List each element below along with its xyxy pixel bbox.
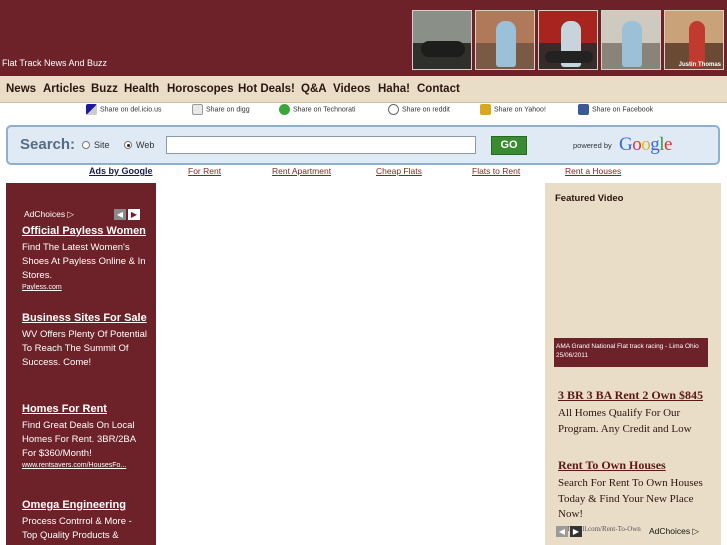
left-ad-body: Find The Latest Women's Shoes At Payless… <box>22 242 146 281</box>
adchoices-icon: ▷ <box>67 209 75 219</box>
adchoices-text: AdChoices <box>649 526 691 536</box>
adchoices-label[interactable]: AdChoices ▷ <box>24 209 74 220</box>
left-ad-body: Find Great Deals On Local Homes For Rent… <box>22 420 136 459</box>
header-photo-woman-motorcycle[interactable] <box>538 10 598 70</box>
next-ad-arrow-icon[interactable]: ▶ <box>570 526 582 537</box>
featured-video-title: Featured Video <box>555 193 624 204</box>
nav-item-news[interactable]: News <box>6 83 36 95</box>
left-ad-url[interactable]: www.rentsavers.com/HousesFo... <box>22 462 148 469</box>
share-delicious[interactable]: Share on del.icio.us <box>86 104 161 124</box>
share-digg[interactable]: Share on digg <box>192 104 250 124</box>
left-ad: Business Sites For Sale WV Offers Plenty… <box>22 311 148 370</box>
share-label: Share on reddit <box>402 106 450 114</box>
nav-item-haha[interactable]: Haha! <box>378 83 410 95</box>
prev-ad-arrow-icon[interactable]: ◀ <box>114 209 126 220</box>
left-ad-title[interactable]: Homes For Rent <box>22 402 148 417</box>
adchoices-label[interactable]: AdChoices ▷ <box>649 526 699 537</box>
share-facebook[interactable]: Share on Facebook <box>578 104 653 124</box>
share-technorati[interactable]: Share on Technorati <box>279 104 356 124</box>
nav-item-horoscopes[interactable]: Horoscopes <box>167 83 233 95</box>
left-ad: Homes For Rent Find Great Deals On Local… <box>22 402 148 469</box>
photo-caption: Justin Thomas <box>678 62 721 68</box>
search-go-button[interactable]: GO <box>491 136 527 155</box>
delicious-icon <box>86 104 97 115</box>
site-header: Flat Track News And Buzz Justin Thomas <box>0 0 727 76</box>
adlink-flats-to-rent[interactable]: Flats to Rent <box>472 166 520 176</box>
right-ad-title[interactable]: Rent To Own Houses <box>558 456 708 474</box>
nav-item-articles[interactable]: Articles <box>43 83 85 95</box>
nav-item-hot-deals[interactable]: Hot Deals! <box>238 83 295 95</box>
nav-item-buzz[interactable]: Buzz <box>91 83 118 95</box>
nav-item-videos[interactable]: Videos <box>333 83 371 95</box>
header-photo-woman-1[interactable] <box>475 10 535 70</box>
header-photo-woman-2[interactable] <box>601 10 661 70</box>
site-tagline: Flat Track News And Buzz <box>2 58 108 68</box>
right-ad: Rent To Own Houses Search For Rent To Ow… <box>558 456 708 533</box>
technorati-icon <box>279 104 290 115</box>
left-ad-body: Process Contrrol & More - Top Quality Pr… <box>22 516 132 541</box>
right-ad-body: Search For Rent To Own Houses Today & Fi… <box>558 477 703 520</box>
reddit-icon <box>388 104 399 115</box>
search-option-web-radio[interactable] <box>124 141 132 149</box>
facebook-icon <box>578 104 589 115</box>
search-option-site-label: Site <box>94 140 110 150</box>
ads-by-google-label[interactable]: Ads by Google <box>89 166 153 176</box>
adlink-rent-a-houses[interactable]: Rent a Houses <box>565 166 621 176</box>
prev-ad-arrow-icon[interactable]: ◀ <box>556 526 568 537</box>
left-ad-body: WV Offers Plenty Of Potential To Reach T… <box>22 329 147 368</box>
right-ad-body: All Homes Qualify For Our Program. Any C… <box>558 407 692 435</box>
left-ad-title[interactable]: Omega Engineering <box>22 498 148 513</box>
nav-item-qa[interactable]: Q&A <box>301 83 327 95</box>
search-label: Search: <box>20 136 76 153</box>
search-option-site-radio[interactable] <box>82 141 90 149</box>
search-input[interactable] <box>166 136 476 154</box>
left-ad-column: AdChoices ▷ ◀ ▶ Official Payless Women F… <box>6 183 156 545</box>
adchoices-text: AdChoices <box>24 209 66 219</box>
nav-item-health[interactable]: Health <box>124 83 159 95</box>
google-logo: Google <box>619 134 672 155</box>
featured-video-caption[interactable]: AMA Grand National Flat track racing - L… <box>554 338 708 367</box>
header-photo-justin-thomas[interactable]: Justin Thomas <box>664 10 724 70</box>
adchoices-icon: ▷ <box>692 526 700 536</box>
adlink-cheap-flats[interactable]: Cheap Flats <box>376 166 422 176</box>
main-nav: News Articles Buzz Health Horoscopes Hot… <box>0 76 727 103</box>
left-ad-title[interactable]: Business Sites For Sale <box>22 311 148 326</box>
nav-item-contact[interactable]: Contact <box>417 83 460 95</box>
right-ad-title[interactable]: 3 BR 3 BA Rent 2 Own $845 <box>558 386 708 404</box>
left-ad: Omega Engineering Process Contrrol & Mor… <box>22 498 148 543</box>
search-option-web-label: Web <box>136 140 155 150</box>
share-label: Share on Yahoo! <box>494 106 546 114</box>
share-label: Share on digg <box>206 106 250 114</box>
left-ad-url[interactable]: Payless.com <box>22 284 148 291</box>
left-ad-title[interactable]: Official Payless Women <box>22 224 148 239</box>
share-label: Share on Facebook <box>592 106 654 114</box>
page: Flat Track News And Buzz Justin Thomas N… <box>0 0 727 545</box>
adlink-for-rent[interactable]: For Rent <box>188 166 221 176</box>
right-ad: 3 BR 3 BA Rent 2 Own $845 All Homes Qual… <box>558 386 708 437</box>
left-ad: Official Payless Women Find The Latest W… <box>22 224 148 291</box>
yahoo-icon <box>480 104 491 115</box>
right-column: Featured Video AMA Grand National Flat t… <box>545 183 721 545</box>
header-photo-tires[interactable] <box>412 10 472 70</box>
next-ad-arrow-icon[interactable]: ▶ <box>128 209 140 220</box>
powered-by-label: powered by <box>573 141 612 150</box>
adlink-rent-apartment[interactable]: Rent Apartment <box>272 166 331 176</box>
search-box: Search: Site Web GO powered by Google <box>6 125 720 165</box>
share-reddit[interactable]: Share on reddit <box>388 104 450 124</box>
digg-icon <box>192 104 203 115</box>
share-label: Share on del.icio.us <box>100 106 162 114</box>
share-label: Share on Technorati <box>293 106 356 114</box>
share-yahoo[interactable]: Share on Yahoo! <box>480 104 546 124</box>
